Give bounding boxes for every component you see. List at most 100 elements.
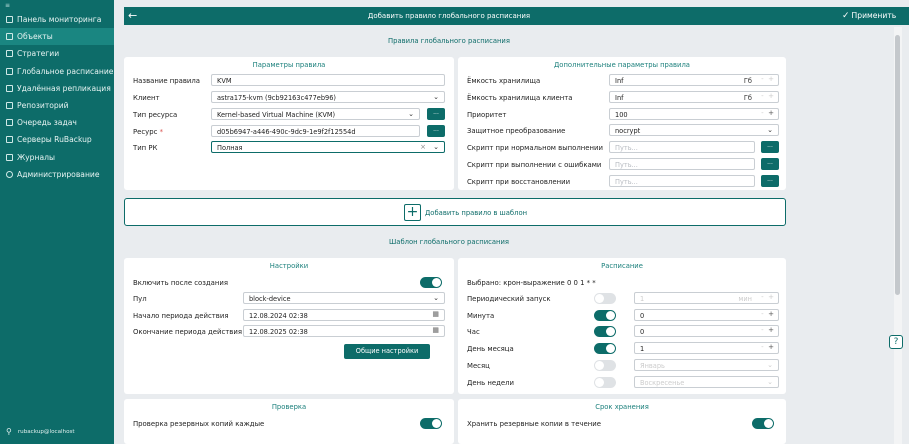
check-toggle[interactable]	[420, 418, 442, 429]
schedule-panel: Расписание Выбрано: крон-выражение 0 0 1…	[458, 258, 786, 394]
client-select[interactable]: astra175-kvm (9cb92163c477eb96) ⌄	[211, 91, 445, 103]
client-label: Клиент	[133, 94, 160, 102]
weekday-toggle[interactable]	[594, 377, 616, 388]
pool-label: Пул	[133, 295, 147, 303]
resource-input[interactable]: d05b6947-a446-490c-9dc9-1e9f2f12554d	[211, 125, 420, 137]
sidebar-item-repository[interactable]: Репозиторий	[0, 97, 114, 114]
extra-params-panel: Дополнительные параметры правила Ёмкость…	[458, 57, 786, 190]
check-icon: ✓	[842, 11, 850, 21]
hour-toggle[interactable]	[594, 326, 616, 337]
sidebar-item-objects[interactable]: Объекты	[0, 28, 114, 46]
add-rule-label: Добавить правило в шаблон	[425, 209, 528, 217]
sidebar-item-monitoring[interactable]: Панель мониторинга	[0, 11, 114, 28]
settings-panel: Настройки Включить после создания Пул bl…	[124, 258, 454, 394]
day-input[interactable]: 1 - +	[634, 342, 779, 354]
retention-title: Срок хранения	[595, 403, 649, 411]
storage-value: Inf	[615, 77, 624, 85]
storage-input[interactable]: Inf Гб - +	[609, 74, 779, 86]
script-err-browse-button[interactable]: ...	[761, 158, 779, 170]
backup-type-select[interactable]: Полная × ⌄	[211, 141, 445, 153]
calendar-icon[interactable]: ▦	[432, 310, 439, 318]
priority-input[interactable]: 100 - +	[609, 108, 779, 120]
sidebar-item-label: Очередь задач	[17, 118, 77, 128]
sidebar-item-global-schedule[interactable]: Глобальное расписание	[0, 63, 114, 80]
stepper-icon[interactable]: - +	[761, 109, 774, 117]
rule-name-input[interactable]: KVM	[211, 74, 445, 86]
resource-label-text: Ресурс	[133, 128, 158, 136]
sidebar-item-admin[interactable]: Администрирование	[0, 166, 114, 183]
client-storage-input[interactable]: Inf Гб - +	[609, 91, 779, 103]
periodic-value: 1	[640, 295, 645, 303]
protect-select[interactable]: nocrypt ⌄	[609, 124, 779, 136]
module-settings-button[interactable]: Общие настройки модуля	[344, 344, 430, 370]
sidebar-item-servers[interactable]: Серверы RuBackup	[0, 131, 114, 148]
apply-button[interactable]: ✓ Применить	[842, 11, 896, 21]
periodic-input: 1 мин - +	[634, 292, 779, 304]
check-panel: Проверка Проверка резервных копий каждые	[124, 399, 454, 444]
enable-label: Включить после создания	[133, 279, 229, 287]
add-rule-to-template-button[interactable]: + Добавить правило в шаблон	[124, 198, 786, 226]
retention-toggle[interactable]	[752, 418, 774, 429]
client-storage-value: Inf	[615, 94, 624, 102]
stepper-icon[interactable]: - +	[761, 75, 774, 83]
pool-select[interactable]: block-device ⌄	[243, 292, 445, 304]
resource-type-browse-button[interactable]: ...	[427, 108, 445, 120]
check-title: Проверка	[271, 403, 307, 411]
script-err-input[interactable]: Путь...	[609, 158, 755, 170]
script-restore-browse-button[interactable]: ...	[761, 175, 779, 187]
stepper-icon[interactable]: - +	[761, 92, 774, 100]
month-select: Январь ⌄	[634, 359, 779, 371]
backup-type-label: Тип РК	[133, 144, 158, 152]
sidebar-item-logs[interactable]: Журналы	[0, 149, 114, 166]
sidebar-item-label: Объекты	[17, 32, 53, 42]
sidebar-item-replication[interactable]: Удалённая репликация	[0, 80, 114, 97]
sidebar-item-label: Серверы RuBackup	[17, 135, 92, 145]
minute-toggle[interactable]	[594, 310, 616, 321]
chevron-down-icon: ⌄	[767, 378, 773, 386]
hour-value: 0	[640, 328, 645, 336]
end-label: Окончание периода действия	[133, 328, 242, 336]
minute-input[interactable]: 0 - +	[634, 309, 779, 321]
calendar-icon[interactable]: ▦	[432, 326, 439, 334]
periodic-toggle[interactable]	[594, 293, 616, 304]
sidebar-item-task-queue[interactable]: Очередь задач	[0, 114, 114, 131]
script-ok-browse-button[interactable]: ...	[761, 141, 779, 153]
pool-value: block-device	[249, 295, 291, 303]
sidebar-item-strategies[interactable]: Стратегии	[0, 45, 114, 62]
plus-icon: +	[404, 204, 421, 221]
script-restore-input[interactable]: Путь...	[609, 175, 755, 187]
month-toggle[interactable]	[594, 360, 616, 371]
stepper-icon[interactable]: - +	[761, 343, 774, 351]
menu-icon[interactable]: ≡	[0, 0, 114, 11]
document-icon	[6, 50, 13, 58]
enable-toggle[interactable]	[420, 277, 442, 288]
rule-name-label: Название правила	[133, 77, 201, 85]
list-icon	[6, 67, 13, 75]
clear-icon[interactable]: ×	[420, 143, 426, 151]
start-date-input[interactable]: 12.08.2024 02:38 ▦	[243, 309, 445, 321]
required-mark: *	[159, 128, 164, 136]
resource-type-select[interactable]: Kernel-based Virtual Machine (KVM) ⌄	[211, 108, 420, 120]
day-toggle[interactable]	[594, 343, 616, 354]
chevron-down-icon: ⌄	[433, 93, 439, 101]
apply-label: Применить	[851, 11, 897, 20]
stepper-icon[interactable]: - +	[761, 310, 774, 318]
scrollbar-thumb[interactable]	[895, 35, 900, 295]
priority-value: 100	[615, 111, 628, 119]
sidebar-item-label: Глобальное расписание	[17, 66, 114, 76]
end-date-input[interactable]: 12.08.2025 02:38 ▦	[243, 325, 445, 337]
resource-label: Ресурс *	[133, 128, 163, 136]
help-button[interactable]: ?	[889, 335, 903, 349]
chevron-down-icon: ⌄	[408, 110, 414, 118]
script-ok-input[interactable]: Путь...	[609, 141, 755, 153]
stepper-icon[interactable]: - +	[761, 326, 774, 334]
weekday-label: День недели	[467, 379, 515, 387]
sidebar-item-label: Стратегии	[17, 49, 60, 59]
chevron-down-icon: ⌄	[433, 143, 439, 151]
hour-input[interactable]: 0 - +	[634, 325, 779, 337]
resource-browse-button[interactable]: ...	[427, 125, 445, 137]
client-storage-label: Ёмкость хранилища клиента	[467, 94, 573, 102]
scrollbar[interactable]	[894, 27, 902, 444]
month-value: Январь	[640, 362, 665, 370]
user-info[interactable]: ⚲ rubackup@localhost	[6, 427, 75, 436]
